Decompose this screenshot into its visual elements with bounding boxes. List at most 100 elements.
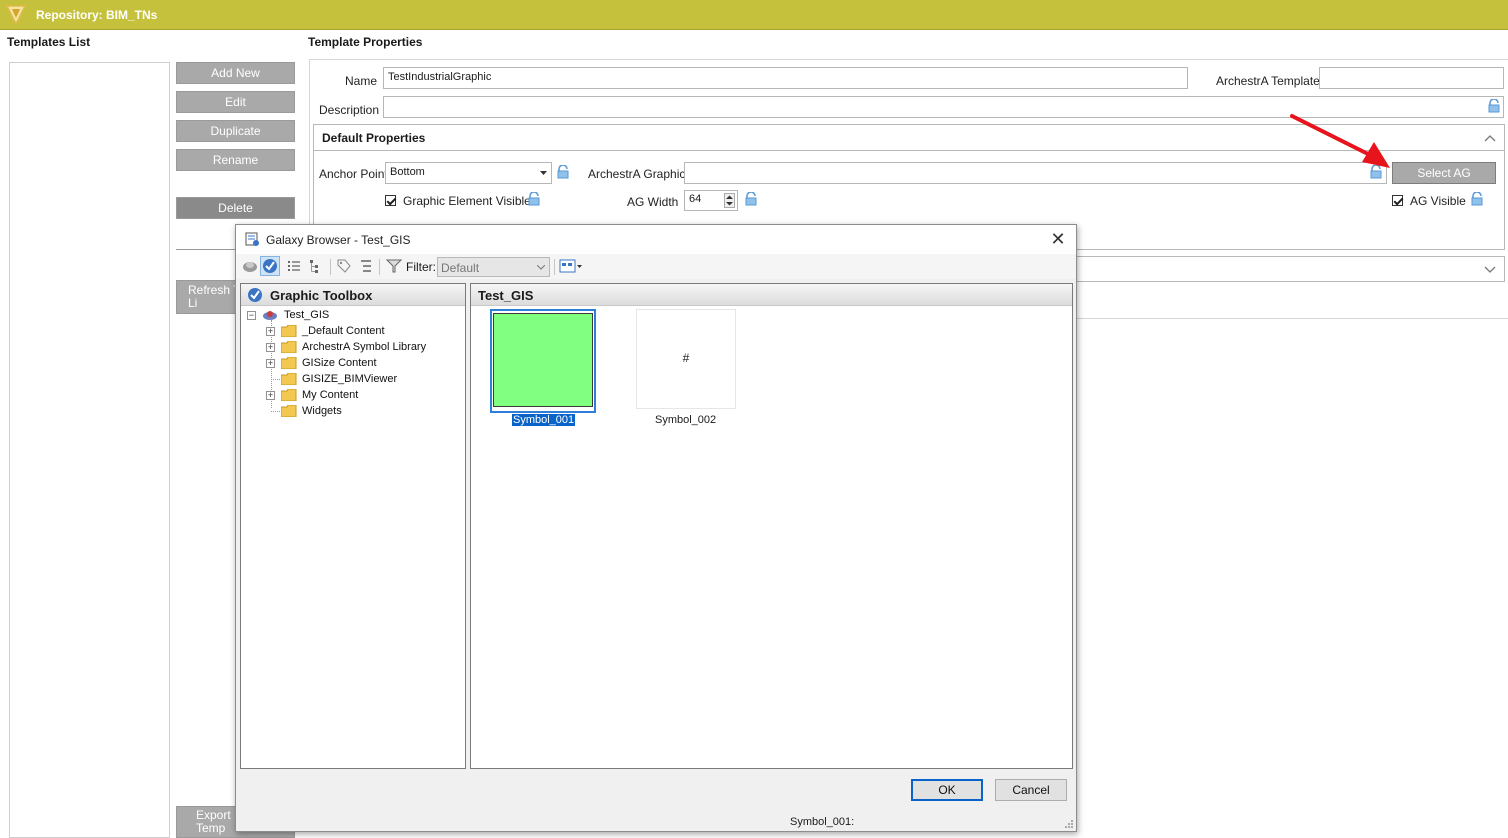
archestra-graphic-field[interactable] <box>684 162 1387 184</box>
tree-view-icon[interactable] <box>358 258 374 274</box>
spinner-icon[interactable] <box>724 193 735 208</box>
collapse-toggle[interactable]: − <box>247 311 256 320</box>
duplicate-button[interactable]: Duplicate <box>176 120 295 142</box>
filter-value: Default <box>441 261 480 275</box>
graphic-element-visible-checkbox[interactable] <box>385 195 396 206</box>
tree-view-icon[interactable] <box>308 258 324 274</box>
graphic-element-visible-label: Graphic Element Visible <box>403 194 531 208</box>
templates-list-header: Templates List <box>7 35 91 49</box>
templates-list[interactable] <box>9 62 170 838</box>
tree-item-label: Test_GIS <box>284 309 330 321</box>
expand-chevron-icon[interactable] <box>1484 266 1496 274</box>
selection-frame <box>490 309 596 413</box>
tree-line <box>271 379 280 380</box>
symbols-header-bar: Test_GIS <box>471 284 1072 306</box>
template-properties-header: Template Properties <box>308 35 423 49</box>
symbols-header: Test_GIS <box>478 288 534 303</box>
expand-toggle[interactable]: + <box>266 343 275 352</box>
ag-width-value: 64 <box>689 193 702 205</box>
galaxy-browser-dialog: Galaxy Browser - Test_GIS ✕ Filter: Defa… <box>235 224 1077 832</box>
app-logo-icon <box>6 5 26 25</box>
tree-item-label: ArchestrA Symbol Library <box>302 341 427 353</box>
folder-icon <box>281 341 297 353</box>
window-title: Repository: BIM_TNs <box>36 8 158 22</box>
close-icon[interactable]: ✕ <box>1048 229 1068 249</box>
symbol-tile-symbol-002[interactable]: # Symbol_002 <box>636 309 736 426</box>
filter-icon[interactable] <box>386 258 402 274</box>
check-graphic-icon <box>248 288 262 302</box>
red-arrow-annotation <box>1290 114 1390 168</box>
description-label: Description <box>319 103 380 117</box>
anchor-point-select[interactable]: Bottom <box>385 162 552 184</box>
check-graphic-icon <box>263 259 277 273</box>
rename-button[interactable]: Rename <box>176 149 295 171</box>
lock-icon[interactable] <box>1487 99 1501 113</box>
collapse-chevron-icon[interactable] <box>1484 134 1496 142</box>
graphic-toolbox-header-bar: Graphic Toolbox <box>241 284 465 306</box>
expand-toggle[interactable]: + <box>266 391 275 400</box>
tree-container: − Test_GIS + _Default Content + Archestr… <box>241 307 465 768</box>
ok-button[interactable]: OK <box>911 779 983 801</box>
tag-icon[interactable] <box>336 258 352 274</box>
dialog-toolbar: Filter: Default <box>236 254 1076 279</box>
symbol-label: Symbol_001 <box>510 413 577 427</box>
dropdown-arrow-icon <box>540 171 547 175</box>
anchor-point-value: Bottom <box>390 166 425 178</box>
tree-item-label: _Default Content <box>302 325 385 337</box>
tree-item-label: GISIZE_BIMViewer <box>302 373 398 385</box>
toolbar-separator <box>379 259 380 275</box>
graphic-toolbox-header: Graphic Toolbox <box>270 288 373 303</box>
toolbar-separator <box>330 259 331 275</box>
galaxy-icon <box>263 311 277 320</box>
dropdown-arrow-icon <box>537 265 545 270</box>
ag-visible-label: AG Visible <box>1410 194 1466 208</box>
cancel-button[interactable]: Cancel <box>995 779 1067 801</box>
folder-icon <box>281 405 297 417</box>
galaxy-icon[interactable] <box>242 258 258 274</box>
folder-icon <box>281 325 297 337</box>
symbol-tile-symbol-001[interactable]: Symbol_001 <box>490 309 596 427</box>
expand-toggle[interactable]: + <box>266 359 275 368</box>
tree-line <box>271 411 280 412</box>
name-label: Name <box>345 74 378 88</box>
select-ag-button[interactable]: Select AG <box>1392 162 1496 184</box>
lock-icon[interactable] <box>556 165 570 179</box>
dialog-title-bar[interactable]: Galaxy Browser - Test_GIS ✕ <box>236 225 1076 254</box>
archestra-graphic-label: ArchestrA Graphic <box>588 167 686 181</box>
view-mode-icon[interactable] <box>559 258 583 274</box>
list-view-icon[interactable] <box>286 258 302 274</box>
archestra-template-label: ArchestrA Template <box>1216 74 1320 88</box>
graphic-toolbox-pane: Graphic Toolbox − Test_GIS + _Default Co… <box>240 283 466 769</box>
ag-visible-checkbox[interactable] <box>1392 195 1403 206</box>
add-new-button[interactable]: Add New <box>176 62 295 84</box>
tree-item-label: Widgets <box>302 405 342 417</box>
ag-width-stepper[interactable]: 64 <box>684 190 738 211</box>
expand-toggle[interactable]: + <box>266 327 275 336</box>
folder-icon <box>281 357 297 369</box>
edit-button[interactable]: Edit <box>176 91 295 113</box>
resize-grip-icon[interactable] <box>1064 819 1074 829</box>
default-properties-header: Default Properties <box>322 131 426 145</box>
galaxy-browser-icon <box>245 232 259 246</box>
symbol-label: Symbol_002 <box>655 414 717 426</box>
symbol-thumbnail <box>493 313 593 407</box>
status-text: Symbol_001: <box>790 816 855 828</box>
graphic-toolbox-toggle[interactable] <box>260 256 280 276</box>
lock-icon[interactable] <box>744 192 758 206</box>
anchor-point-label: Anchor Point <box>319 167 388 181</box>
filter-select[interactable]: Default <box>437 257 550 277</box>
symbols-pane: Test_GIS Symbol_001 # Symbol_002 <box>470 283 1073 769</box>
delete-button[interactable]: Delete <box>176 197 295 219</box>
lock-icon[interactable] <box>527 192 541 206</box>
ag-width-label: AG Width <box>627 195 679 209</box>
tree-item-label: GISize Content <box>302 357 377 369</box>
tree-item-label: My Content <box>302 389 359 401</box>
dialog-title: Galaxy Browser - Test_GIS <box>266 233 411 247</box>
title-bar: Repository: BIM_TNs <box>0 0 1508 30</box>
filter-label: Filter: <box>406 260 436 274</box>
folder-icon <box>281 373 297 385</box>
name-field[interactable]: TestIndustrialGraphic <box>383 67 1188 89</box>
archestra-template-field[interactable] <box>1319 67 1504 89</box>
lock-icon[interactable] <box>1470 192 1484 206</box>
symbol-thumbnail: # <box>636 309 736 409</box>
